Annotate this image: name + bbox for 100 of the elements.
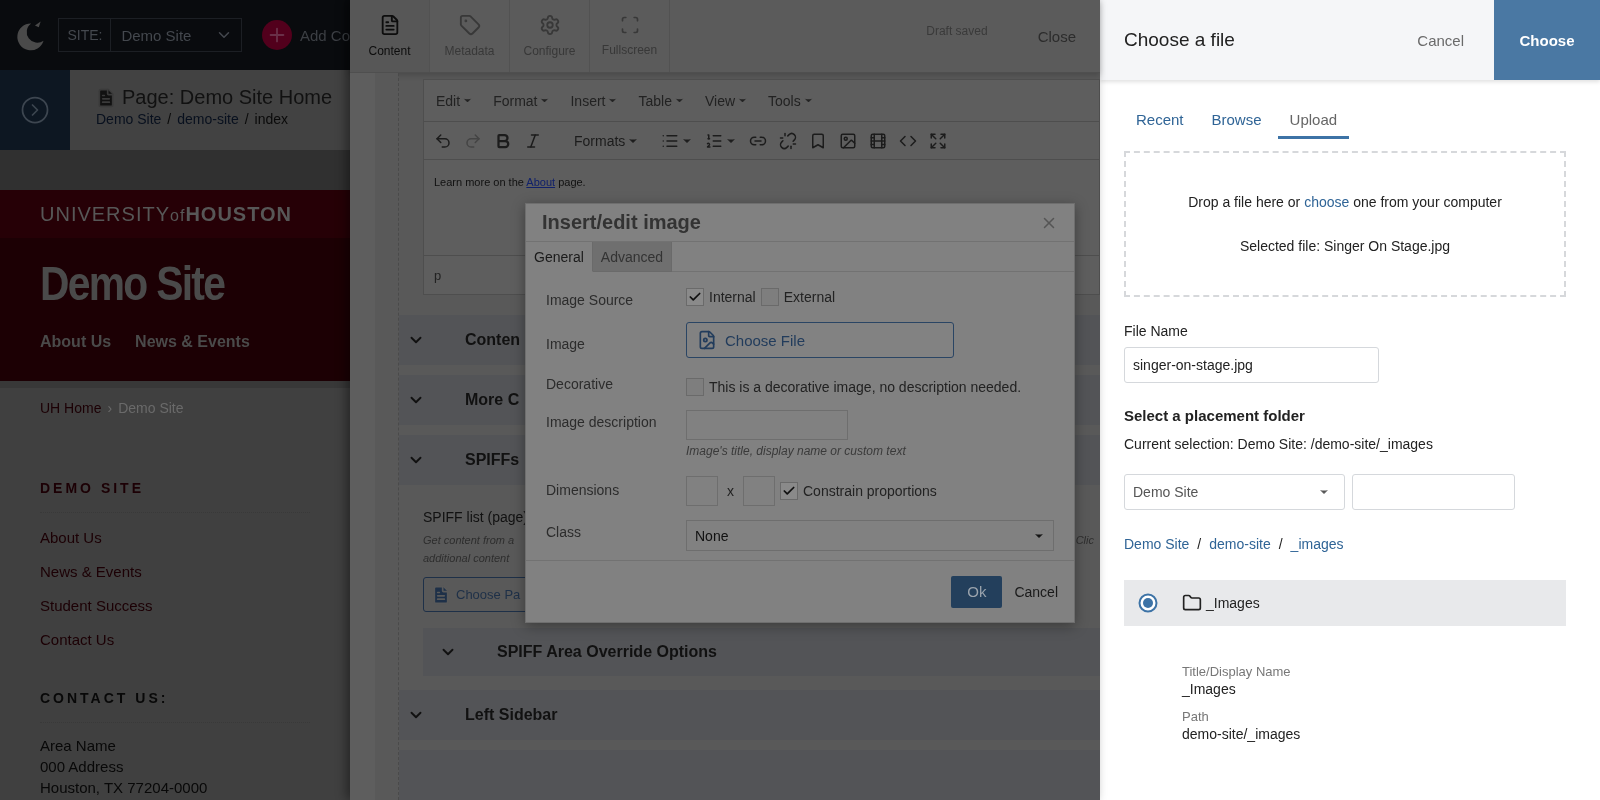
breadcrumb-link[interactable]: Demo Site [96,111,162,127]
dialog-tab[interactable]: Advanced [592,242,673,272]
breadcrumb-separator: › [107,400,113,416]
times-sign: x [727,483,734,499]
breadcrumb-link[interactable]: demo-site [177,111,239,127]
expand-button[interactable] [0,70,70,150]
check-icon [688,290,702,304]
panel-tab[interactable]: Recent [1124,108,1196,139]
dialog-tab[interactable]: General [526,242,593,272]
field-label: Decorative [546,375,614,394]
image-icon [839,131,858,150]
file-name-field[interactable]: singer-on-stage.jpg [1124,347,1379,383]
detail-label: Path [1182,709,1210,724]
panel-title: Choose a file [1123,29,1236,51]
breadcrumb-link[interactable]: UH Home [40,400,102,416]
cancel-button[interactable]: Cancel [1014,583,1058,600]
expand-icon [929,131,948,150]
checkbox-label: This is a decorative image, no description needed. [709,379,1022,395]
breadcrumb-link[interactable]: _images [1290,536,1344,552]
checkbox[interactable] [686,288,704,306]
choose-link[interactable]: choose [1304,194,1350,210]
field-label: Dimensions [546,481,621,500]
menu-item[interactable]: Format [493,92,551,109]
drop-instructions: Drop a file here or choose one from your computer [1188,194,1502,210]
menu-item[interactable]: Tools [768,92,814,109]
university-wordmark: UNIVERSITYofHOUSTON [40,202,292,226]
panel-tab[interactable]: Browse [1199,108,1274,139]
redo-icon [464,131,482,150]
sidebar-link[interactable]: About Us [40,529,310,546]
gear-icon [538,14,561,36]
field-label: Image Source [546,291,635,308]
numbered-list-button[interactable] [705,131,738,150]
site-select[interactable]: Demo Site [1124,474,1345,510]
breadcrumb-current: index [254,111,289,127]
field-label: Image description [546,413,658,432]
address-line: 000 Address [40,757,125,777]
breadcrumb-separator: / [167,111,172,127]
folder-icon [1182,593,1202,613]
editor-tab[interactable]: Content [350,0,430,72]
editor-paragraph: Learn more on the About page. [434,176,587,188]
menu-item[interactable]: View [704,92,749,109]
formats-dropdown[interactable]: Formats [554,132,650,149]
menu-item[interactable]: Table [638,92,685,109]
site-select[interactable]: SITE: Demo Site [58,18,242,52]
class-select[interactable]: None [686,520,1054,551]
sidebar-link[interactable]: News & Events [40,563,310,580]
italic-button[interactable] [524,131,542,150]
field-label: Image [546,335,586,354]
undo-button[interactable] [434,131,452,150]
numbered-list-icon [705,131,724,150]
detail-label: Title/Display Name [1182,664,1292,679]
contact-heading: CONTACT US: [40,690,310,723]
choose-button[interactable]: Choose [1494,0,1600,80]
choose-file-button[interactable]: Choose File [686,322,954,358]
check-icon [782,484,796,498]
field-hint: Image's title, display name or custom text [686,444,907,458]
bold-button[interactable] [494,131,512,150]
fullscreen-button[interactable] [929,131,948,150]
bold-icon [494,131,512,150]
folder-search-field[interactable] [1352,474,1515,510]
about-link[interactable]: About [526,176,556,188]
panel-tab[interactable]: Upload [1277,108,1350,139]
breadcrumb-separator: / [1197,536,1202,552]
image-button[interactable] [839,131,858,150]
drop-zone[interactable]: Drop a file here or choose one from your computer Selected file: Singer On Stage.jpg [1124,151,1566,297]
unlink-icon [779,131,798,150]
document-icon [96,87,116,108]
undo-icon [434,131,452,150]
menu-item[interactable]: Edit [436,92,474,109]
menu-item[interactable]: Insert [570,92,619,109]
nav-link[interactable]: About Us [40,333,112,351]
section-heading: Select a placement folder [1124,407,1306,424]
sidebar-link[interactable]: Contact Us [40,631,310,648]
option-label: External [783,289,836,305]
breadcrumb-link[interactable]: Demo Site [1124,536,1190,552]
field-label: Class [546,523,582,542]
fullscreen-icon [619,15,640,35]
folder-row[interactable]: _Images [1124,580,1566,626]
site-title: Demo Site [40,256,226,311]
unlink-button[interactable] [779,131,798,150]
address-line: Houston, TX 77204-0000 [40,778,209,798]
option-label: Internal [709,289,756,305]
add-button[interactable] [261,20,292,50]
nav-link[interactable]: News & Events [135,333,250,351]
accordion-header[interactable]: SPIFF Area Override Options [423,628,1100,676]
sidebar-link[interactable]: Student Success [40,597,310,614]
radio-button[interactable] [1138,593,1158,613]
dialog-title: Insert/edit image [542,211,701,234]
cancel-button[interactable]: Cancel [1417,31,1464,49]
breadcrumb-separator: / [1278,536,1283,552]
checkbox-label: Constrain proportions [803,483,937,499]
media-button[interactable] [869,131,888,150]
current-selection: Current selection: Demo Site: /demo-site/_images [1124,436,1434,452]
checkbox[interactable] [780,482,798,500]
ok-button[interactable]: Ok [951,575,1003,608]
film-icon [869,131,888,150]
detail-value: demo-site/_images [1182,726,1302,742]
breadcrumb-link[interactable]: demo-site [1209,536,1271,552]
accordion-header[interactable]: Left Sidebar [399,690,1100,740]
image-file-icon [697,330,717,350]
